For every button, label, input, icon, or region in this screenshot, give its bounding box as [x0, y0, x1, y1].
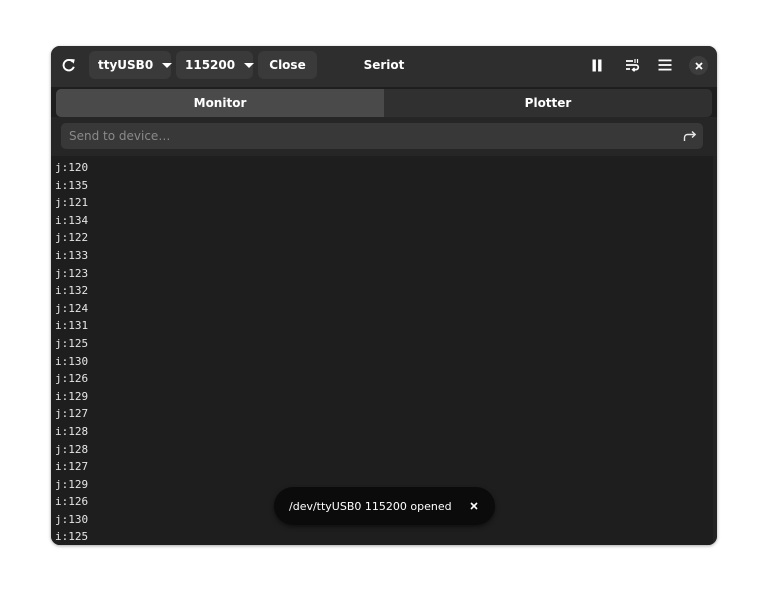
monitor-line: j:126 [55, 372, 89, 386]
send-input[interactable] [69, 129, 677, 143]
monitor-line: i:127 [55, 460, 89, 474]
monitor-line: i:128 [55, 424, 89, 438]
chevron-down-icon [244, 62, 255, 68]
monitor-line: j:120 [55, 161, 89, 174]
monitor-line: j:124 [55, 301, 89, 315]
close-icon [470, 502, 478, 510]
chevron-down-icon [162, 62, 173, 68]
monitor-line: i:126 [55, 495, 89, 509]
monitor-line: i:133 [55, 248, 89, 262]
monitor-line: j:130 [55, 512, 89, 526]
toast-close-button[interactable] [466, 498, 482, 514]
line-wrap-icon [626, 59, 640, 72]
monitor-lines: j:120 i:135 j:121 i:134 j:122 i:133 j:123 i:132… [55, 159, 88, 545]
send-arrow-icon [683, 130, 697, 141]
toast-notification: /dev/ttyUSB0 115200 opened [274, 487, 495, 525]
line-wrap-button[interactable] [620, 51, 644, 79]
headerbar: ttyUSB0 115200 Close Seriot [51, 46, 717, 87]
pause-button[interactable] [586, 51, 608, 79]
monitor-line: i:135 [55, 178, 89, 192]
pause-icon [592, 59, 602, 71]
refresh-icon [62, 59, 75, 72]
send-bar [51, 117, 717, 156]
monitor-scrollbar[interactable] [713, 156, 717, 545]
baud-dropdown[interactable]: 115200 [176, 51, 255, 79]
baud-label: 115200 [185, 58, 236, 72]
tab-plotter[interactable]: Plotter [384, 89, 712, 117]
monitor-line: i:125 [55, 530, 89, 544]
send-button[interactable] [677, 123, 703, 149]
monitor-line: j:122 [55, 231, 89, 245]
hamburger-menu-icon [658, 59, 672, 71]
monitor-line: i:130 [55, 354, 89, 368]
seriot-window: ttyUSB0 115200 Close Seriot Monitor Plot… [51, 46, 717, 545]
main-menu-button[interactable] [654, 51, 676, 79]
monitor-line: i:132 [55, 284, 89, 298]
close-icon [694, 61, 703, 70]
monitor-line: j:123 [55, 266, 89, 280]
close-port-button[interactable]: Close [258, 51, 317, 79]
monitor-line: i:131 [55, 319, 89, 333]
monitor-line: i:134 [55, 213, 89, 227]
tab-monitor[interactable]: Monitor [56, 89, 384, 117]
monitor-line: j:125 [55, 336, 89, 350]
monitor-line: j:128 [55, 442, 89, 456]
close-port-label: Close [269, 58, 306, 72]
monitor-line: j:121 [55, 196, 89, 210]
send-entry[interactable] [61, 123, 703, 149]
port-label: ttyUSB0 [98, 58, 154, 72]
toast-message: /dev/ttyUSB0 115200 opened [289, 499, 452, 513]
port-dropdown[interactable]: ttyUSB0 [89, 51, 173, 79]
monitor-line: j:129 [55, 477, 89, 491]
view-switcher: Monitor Plotter [56, 89, 712, 117]
monitor-line: i:129 [55, 389, 89, 403]
window-title: Seriot [363, 58, 405, 72]
monitor-line: j:127 [55, 407, 89, 421]
window-close-button[interactable] [689, 56, 708, 75]
refresh-button[interactable] [58, 51, 80, 79]
